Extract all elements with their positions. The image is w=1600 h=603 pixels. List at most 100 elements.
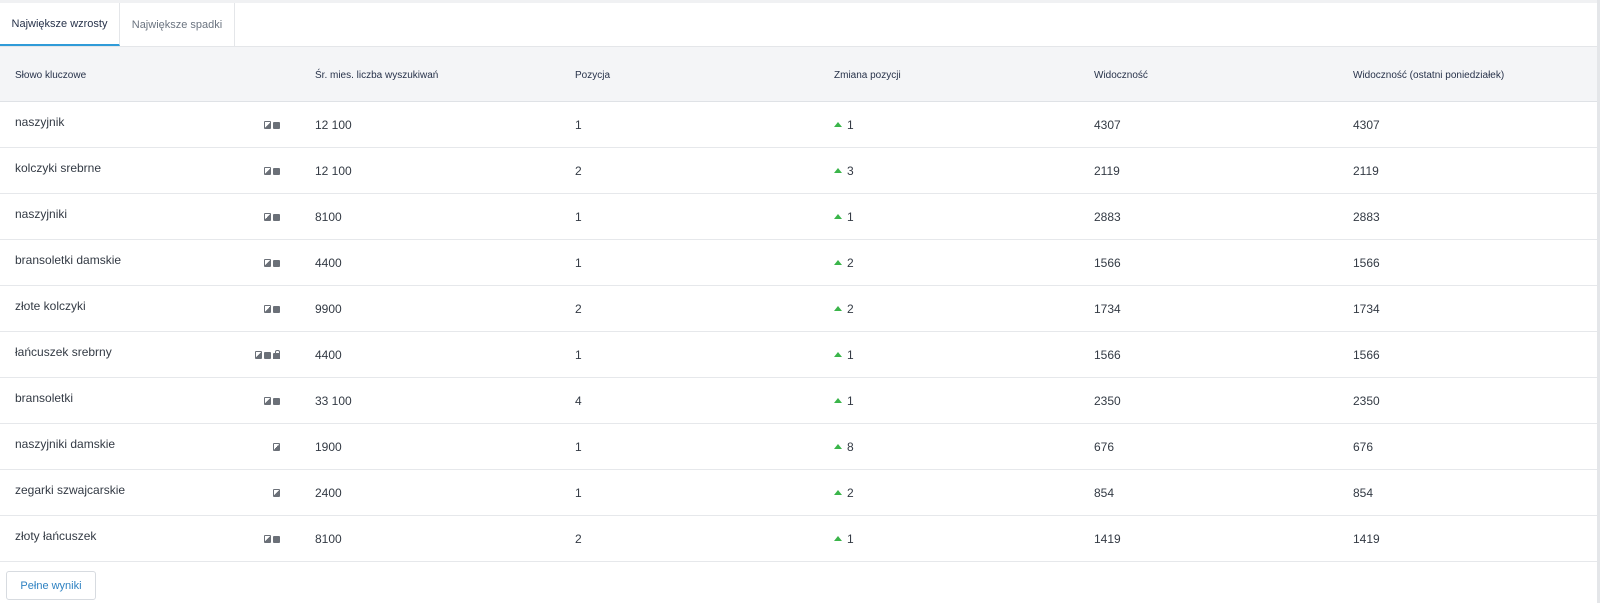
images-icon xyxy=(264,167,271,175)
table-row[interactable]: zegarki szwajcarskie 2400 1 2 854 854 xyxy=(0,470,1597,516)
table-row[interactable]: bransoletki 33 100 4 1 2350 2350 xyxy=(0,378,1597,424)
keywords-table: Słowo kluczowe Śr. mies. liczba wyszukiw… xyxy=(0,46,1597,562)
news-icon xyxy=(273,213,280,221)
keyword-cell[interactable]: naszyjnik xyxy=(15,99,64,145)
news-icon xyxy=(264,351,271,359)
images-icon xyxy=(264,397,271,405)
keyword-cell[interactable]: łańcuszek srebrny xyxy=(15,329,112,375)
news-icon xyxy=(273,535,280,543)
position-cell: 1 xyxy=(575,486,582,500)
search-volume-cell: 12 100 xyxy=(315,164,352,178)
keyword-cell[interactable]: złoty łańcuszek xyxy=(15,513,96,559)
serp-features xyxy=(240,102,280,148)
visibility-last-monday-cell: 854 xyxy=(1353,486,1374,500)
position-change-cell: 8 xyxy=(834,424,854,470)
position-change-cell: 1 xyxy=(834,516,854,562)
arrow-up-icon xyxy=(834,122,842,127)
table-row[interactable]: złote kolczyki 9900 2 2 1734 1734 xyxy=(0,286,1597,332)
news-icon xyxy=(273,121,280,129)
search-volume-cell: 2400 xyxy=(315,486,342,500)
visibility-cell: 4307 xyxy=(1094,118,1121,132)
column-visibility[interactable]: Widoczność xyxy=(1094,47,1148,103)
column-visibility-last-monday[interactable]: Widoczność (ostatni poniedziałek) xyxy=(1353,47,1504,103)
keyword-cell[interactable]: bransoletki xyxy=(15,375,73,421)
position-change-value: 3 xyxy=(847,164,854,178)
table-row[interactable]: naszyjnik 12 100 1 1 4307 4307 xyxy=(0,102,1597,148)
news-icon xyxy=(273,259,280,267)
table-row[interactable]: bransoletki damskie 4400 1 2 1566 1566 xyxy=(0,240,1597,286)
images-icon xyxy=(264,535,271,543)
images-icon xyxy=(264,213,271,221)
keyword-cell[interactable]: naszyjniki xyxy=(15,191,67,237)
table-header: Słowo kluczowe Śr. mies. liczba wyszukiw… xyxy=(0,46,1597,102)
arrow-up-icon xyxy=(834,214,842,219)
arrow-up-icon xyxy=(834,352,842,357)
keyword-changes-panel: Największe wzrosty Największe spadki Sło… xyxy=(0,3,1597,603)
keyword-cell[interactable]: bransoletki damskie xyxy=(15,237,121,283)
position-change-value: 1 xyxy=(847,348,854,362)
visibility-last-monday-cell: 2119 xyxy=(1353,164,1379,178)
serp-features xyxy=(240,148,280,194)
position-cell: 1 xyxy=(575,440,582,454)
arrow-up-icon xyxy=(834,168,842,173)
news-icon xyxy=(273,167,280,175)
visibility-last-monday-cell: 1419 xyxy=(1353,532,1380,546)
keyword-cell[interactable]: zegarki szwajcarskie xyxy=(15,467,125,513)
search-volume-cell: 8100 xyxy=(315,210,342,224)
visibility-cell: 1566 xyxy=(1094,256,1121,270)
visibility-last-monday-cell: 1566 xyxy=(1353,256,1380,270)
full-results-button[interactable]: Pełne wyniki xyxy=(6,571,96,600)
serp-features xyxy=(240,516,280,562)
position-change-value: 8 xyxy=(847,440,854,454)
position-cell: 2 xyxy=(575,532,582,546)
visibility-last-monday-cell: 1566 xyxy=(1353,348,1380,362)
arrow-up-icon xyxy=(834,260,842,265)
column-keyword[interactable]: Słowo kluczowe xyxy=(15,47,86,103)
position-change-cell: 1 xyxy=(834,378,854,424)
search-volume-cell: 9900 xyxy=(315,302,342,316)
visibility-cell: 2883 xyxy=(1094,210,1121,224)
table-row[interactable]: łańcuszek srebrny 4400 1 1 1566 1566 xyxy=(0,332,1597,378)
keyword-cell[interactable]: naszyjniki damskie xyxy=(15,421,115,467)
position-cell: 1 xyxy=(575,118,582,132)
search-volume-cell: 8100 xyxy=(315,532,342,546)
table-body: naszyjnik 12 100 1 1 4307 4307 kolczyki srebrn… xyxy=(0,102,1597,562)
images-icon xyxy=(273,489,280,497)
visibility-last-monday-cell: 4307 xyxy=(1353,118,1380,132)
position-change-cell: 1 xyxy=(834,194,854,240)
visibility-last-monday-cell: 676 xyxy=(1353,440,1374,454)
position-change-cell: 2 xyxy=(834,470,854,516)
position-cell: 1 xyxy=(575,210,582,224)
table-row[interactable]: naszyjniki 8100 1 1 2883 2883 xyxy=(0,194,1597,240)
search-volume-cell: 12 100 xyxy=(315,118,352,132)
arrow-up-icon xyxy=(834,490,842,495)
table-row[interactable]: kolczyki srebrne 12 100 2 3 2119 2119 xyxy=(0,148,1597,194)
position-change-cell: 1 xyxy=(834,102,854,148)
arrow-up-icon xyxy=(834,306,842,311)
search-volume-cell: 1900 xyxy=(315,440,342,454)
position-change-value: 2 xyxy=(847,302,854,316)
position-cell: 2 xyxy=(575,302,582,316)
tab-biggest-increases[interactable]: Największe wzrosty xyxy=(0,3,120,46)
visibility-cell: 2119 xyxy=(1094,164,1120,178)
position-change-cell: 3 xyxy=(834,148,854,194)
images-icon xyxy=(264,259,271,267)
table-row[interactable]: złoty łańcuszek 8100 2 1 1419 1419 xyxy=(0,516,1597,562)
table-row[interactable]: naszyjniki damskie 1900 1 8 676 676 xyxy=(0,424,1597,470)
news-icon xyxy=(273,397,280,405)
keyword-cell[interactable]: kolczyki srebrne xyxy=(15,145,101,191)
column-position[interactable]: Pozycja xyxy=(575,47,610,103)
images-icon xyxy=(264,121,271,129)
tab-biggest-decreases[interactable]: Największe spadki xyxy=(120,3,235,46)
position-change-value: 2 xyxy=(847,486,854,500)
keyword-cell[interactable]: złote kolczyki xyxy=(15,283,86,329)
column-search-volume[interactable]: Śr. mies. liczba wyszukiwań xyxy=(315,47,438,103)
serp-features xyxy=(240,286,280,332)
position-change-value: 1 xyxy=(847,532,854,546)
tab-bar: Największe wzrosty Największe spadki xyxy=(0,3,235,46)
column-position-change[interactable]: Zmiana pozycji xyxy=(834,47,901,103)
arrow-up-icon xyxy=(834,536,842,541)
serp-features xyxy=(240,194,280,240)
position-cell: 2 xyxy=(575,164,582,178)
images-icon xyxy=(264,305,271,313)
